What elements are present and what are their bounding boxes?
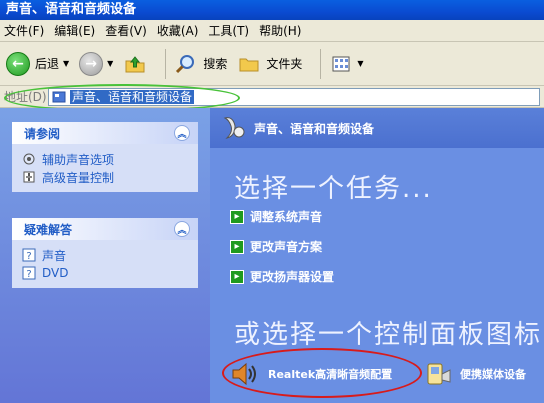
menu-bar: 文件(F) 编辑(E) 查看(V) 收藏(A) 工具(T) 帮助(H) — [0, 20, 544, 42]
see-also-header[interactable]: 请参阅 ︽ — [12, 122, 198, 144]
speaker-icon — [22, 152, 36, 166]
up-folder-icon — [123, 52, 147, 76]
category-header: 声音、语音和音频设备 — [210, 108, 544, 148]
forward-arrow-icon: → — [79, 51, 104, 76]
cp-item-label: 便携媒体设备 — [460, 368, 526, 381]
folder-icon — [237, 52, 261, 76]
collapse-chevron-icon[interactable]: ︽ — [174, 125, 190, 141]
menu-edit[interactable]: 编辑(E) — [54, 22, 95, 39]
troubleshoot-body: ? 声音 ? DVD — [12, 240, 198, 288]
task-label: 更改扬声器设置 — [250, 270, 335, 284]
task-adjust-system-sound[interactable]: ▸ 调整系统声音 — [230, 208, 322, 225]
task-label: 调整系统声音 — [250, 210, 323, 224]
forward-dropdown-icon[interactable]: ▼ — [107, 59, 113, 68]
address-label: 地址(D) — [4, 90, 47, 104]
control-panel-folder-icon — [52, 91, 66, 102]
menu-file[interactable]: 文件(F) — [4, 22, 44, 39]
troubleshoot-item-label: DVD — [42, 266, 69, 280]
speaker-volume-icon — [232, 362, 256, 386]
volume-control-icon — [22, 170, 36, 184]
see-also-item-label: 辅助声音选项 — [42, 152, 115, 167]
task-change-sound-scheme[interactable]: ▸ 更改声音方案 — [230, 238, 322, 255]
menu-help[interactable]: 帮助(H) — [259, 22, 301, 39]
up-folder-button[interactable] — [123, 52, 147, 76]
main-content: 声音、语音和音频设备 选择一个任务... ▸ 调整系统声音 ▸ 更改声音方案 ▸… — [210, 108, 544, 403]
or-pick-icon-heading: 或选择一个控制面板图标 — [234, 320, 543, 350]
troubleshoot-header[interactable]: 疑难解答 ︽ — [12, 218, 198, 240]
troubleshoot-panel: 疑难解答 ︽ ? 声音 ? DVD — [12, 218, 198, 288]
forward-button[interactable]: → ▼ — [79, 51, 113, 76]
title-bar[interactable]: 声音、语音和音频设备 — [0, 0, 544, 20]
green-arrow-icon: ▸ — [230, 239, 244, 254]
back-dropdown-icon[interactable]: ▼ — [63, 59, 69, 68]
sound-category-icon — [218, 113, 248, 143]
toolbar: ← 后退 ▼ → ▼ 搜索 文件夹 ▼ — [0, 42, 544, 86]
toolbar-separator-2 — [320, 48, 322, 79]
green-arrow-icon: ▸ — [230, 209, 244, 224]
cp-item-portable-media[interactable]: 便携媒体设备 — [424, 360, 526, 388]
pick-task-heading: 选择一个任务... — [234, 174, 433, 204]
svg-text:?: ? — [26, 269, 31, 280]
see-also-item-label: 高级音量控制 — [42, 170, 115, 185]
toolbar-separator — [165, 48, 167, 79]
troubleshoot-item-sound[interactable]: ? 声音 — [22, 246, 198, 264]
address-input[interactable]: 声音、语音和音频设备 — [48, 87, 540, 106]
green-arrow-icon: ▸ — [230, 269, 244, 284]
task-pane: 请参阅 ︽ 辅助声音选项 高级音量控制 疑难解答 ︽ ? 声音 ? DVD — [0, 108, 210, 403]
views-grid-icon — [329, 52, 353, 76]
category-title: 声音、语音和音频设备 — [254, 121, 375, 136]
address-value: 声音、语音和音频设备 — [70, 89, 195, 104]
troubleshoot-item-label: 声音 — [42, 248, 67, 263]
cp-item-label: Realtek高清晰音频配置 — [268, 368, 393, 381]
task-change-speaker-settings[interactable]: ▸ 更改扬声器设置 — [230, 268, 334, 285]
task-label: 更改声音方案 — [250, 240, 323, 254]
portable-media-device-icon — [427, 363, 451, 385]
window-title: 声音、语音和音频设备 — [6, 2, 137, 17]
troubleshoot-item-dvd[interactable]: ? DVD — [22, 264, 198, 282]
search-button[interactable]: 搜索 — [174, 52, 227, 76]
back-button[interactable]: ← 后退 ▼ — [6, 51, 69, 76]
back-arrow-icon: ← — [6, 51, 30, 76]
collapse-chevron-icon[interactable]: ︽ — [174, 221, 190, 237]
see-also-item-accessibility-sound[interactable]: 辅助声音选项 — [22, 150, 198, 168]
search-label: 搜索 — [203, 57, 228, 71]
help-question-icon: ? — [22, 266, 36, 280]
menu-view[interactable]: 查看(V) — [105, 22, 147, 39]
help-question-icon: ? — [22, 248, 36, 262]
menu-favorites[interactable]: 收藏(A) — [157, 22, 199, 39]
see-also-body: 辅助声音选项 高级音量控制 — [12, 144, 198, 192]
search-icon — [174, 52, 198, 76]
see-also-panel: 请参阅 ︽ 辅助声音选项 高级音量控制 — [12, 122, 198, 192]
troubleshoot-title: 疑难解答 — [24, 222, 73, 237]
folders-button[interactable]: 文件夹 — [237, 52, 302, 76]
views-button[interactable]: ▼ — [329, 52, 364, 76]
see-also-title: 请参阅 — [24, 126, 61, 141]
views-dropdown-icon[interactable]: ▼ — [357, 59, 363, 68]
back-label: 后退 — [35, 57, 60, 71]
menu-tools[interactable]: 工具(T) — [208, 22, 249, 39]
svg-text:?: ? — [26, 251, 31, 262]
see-also-item-volume-control[interactable]: 高级音量控制 — [22, 168, 198, 186]
address-bar: 地址(D) 声音、语音和音频设备 — [0, 86, 544, 108]
folders-label: 文件夹 — [266, 57, 303, 71]
cp-item-realtek-audio[interactable]: Realtek高清晰音频配置 — [230, 360, 392, 388]
